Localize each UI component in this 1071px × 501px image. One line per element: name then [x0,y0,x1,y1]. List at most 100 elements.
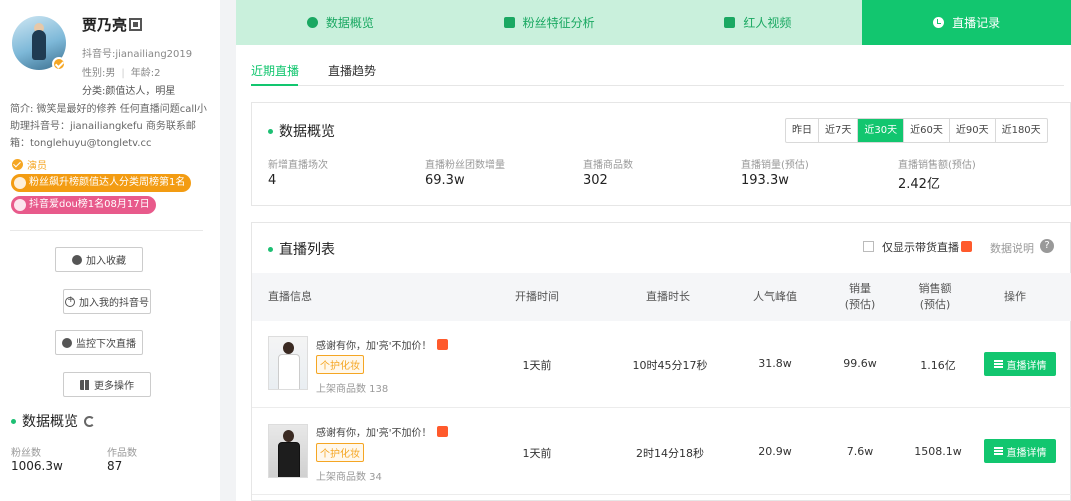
start-time: 1天前 [522,447,552,460]
metric-value: 2.42亿 [898,177,940,192]
range-60d[interactable]: 近60天 [903,119,949,142]
date-range-selector: 昨日 近7天 近30天 近60天 近90天 近180天 [785,118,1048,143]
check-icon [12,159,23,170]
pie-chart-icon [306,17,318,28]
green-dot-icon [268,246,273,252]
qrcode-icon[interactable] [129,18,142,31]
main-tabs: 数据概览 粉丝特征分析 红人视频 直播记录 [236,0,1071,45]
shopping-bag-icon [961,241,972,252]
portrait-icon [503,17,515,28]
col-start-time: 开播时间 [515,290,559,303]
refresh-icon[interactable] [84,415,95,427]
range-7d[interactable]: 近7天 [818,119,857,142]
profile-basic: 性别:男 | 年龄:2 [82,68,161,79]
works-value: 87 [107,459,123,473]
col-revenue: 销售额 (预估) [918,282,952,311]
divider [10,230,203,231]
help-icon[interactable]: ? [1040,239,1054,253]
data-help-link[interactable]: 数据说明 [990,240,1034,256]
fans-value: 1006.3w [11,459,63,473]
only-goods-checkbox[interactable] [863,241,874,252]
douyin-id: 抖音号:jianailiang2019 [82,49,193,60]
revenue: 1.16亿 [920,359,956,372]
metric-value: 4 [268,173,277,188]
dou-rank-badge: 抖音爱dou榜1名08月17日 [11,196,156,214]
live-detail-button[interactable]: 直播详情 [984,439,1056,463]
duration: 2时14分18秒 [636,447,704,460]
profile-name: 贾乃亮 [82,16,128,34]
metric-value: 193.3w [741,173,789,188]
video-icon [724,17,736,28]
metric-label: 直播销售额(预估) [898,160,976,171]
tab-videos[interactable]: 红人视频 [654,0,863,45]
more-actions-button[interactable]: 更多操作 [63,372,151,397]
verified-icon [52,57,66,71]
green-dot-icon [11,418,16,424]
subtab-recent-live[interactable]: 近期直播 [251,62,299,79]
shopping-bag-icon [436,339,448,350]
range-yesterday[interactable]: 昨日 [786,119,818,142]
live-title[interactable]: 感谢有你，加'亮'不加价！ [316,424,448,439]
row-divider [252,494,1071,495]
only-goods-label[interactable]: 仅显示带货直播 [882,239,972,255]
live-cover[interactable] [268,336,308,390]
bio: 简介: 微笑是最好的修养 任何直播问题call小助理抖音号：jianailian… [10,104,207,149]
subtab-divider [251,85,1064,86]
sales: 7.6w [846,445,874,458]
goods-count: 上架商品数 34 [316,472,382,483]
goods-count: 上架商品数 138 [316,384,389,395]
monitor-next-live-button[interactable]: 监控下次直播 [55,330,143,355]
actor-tag: 演员 [12,157,47,172]
overview-title: 数据概览 [268,121,335,141]
col-action: 操作 [1004,290,1026,303]
category-tag: 个护化妆 [316,443,364,462]
subtab-active-indicator [251,84,298,86]
live-cover[interactable] [268,424,308,478]
metric-label: 直播销量(预估) [741,160,809,171]
duration: 10时45分17秒 [632,359,708,372]
add-my-douyin-button[interactable]: 加入我的抖音号 [63,289,151,314]
monitor-icon [62,337,72,348]
profile-sidebar: 贾乃亮 抖音号:jianailiang2019 性别:男 | 年龄:2 分类:颜值达… [0,0,220,501]
tab-overview[interactable]: 数据概览 [236,0,445,45]
actor-tag-label: 演员 [27,161,47,172]
green-dot-icon [268,128,273,134]
col-peak: 人气峰值 [753,290,797,303]
metric-label: 新增直播场次 [268,160,328,171]
shopping-bag-icon [436,426,448,437]
list-icon [993,447,1003,455]
rank-badge: 粉丝飙升榜颜值达人分类周榜第1名 [11,174,192,192]
sidebar-overview-title: 数据概览 [11,411,95,431]
col-duration: 直播时长 [646,290,690,303]
fans-label: 粉丝数 [11,448,41,459]
tab-fans-analysis[interactable]: 粉丝特征分析 [445,0,654,45]
favorite-button[interactable]: 加入收藏 [55,247,143,272]
peak-viewers: 20.9w [758,445,792,458]
range-90d[interactable]: 近90天 [948,119,995,142]
sales: 99.6w [843,357,877,370]
works-label: 作品数 [107,448,137,459]
col-info: 直播信息 [268,290,312,303]
metric-value: 302 [583,173,608,188]
metric-label: 直播粉丝团数增量 [425,160,505,171]
metric-value: 69.3w [425,173,465,188]
peak-viewers: 31.8w [758,357,792,370]
category: 分类:颜值达人，明星 [82,86,176,97]
gender: 性别:男 [82,68,116,79]
user-icon [14,199,26,211]
live-detail-button[interactable]: 直播详情 [984,352,1056,376]
live-title[interactable]: 感谢有你，加'亮'不加价！ [316,337,448,352]
range-30d[interactable]: 近30天 [857,119,904,142]
medal-icon [14,177,26,189]
tab-live-records[interactable]: 直播记录 [862,0,1071,45]
start-time: 1天前 [522,359,552,372]
plus-icon [65,295,75,307]
live-list-title: 直播列表 [268,239,335,259]
subtab-live-trend[interactable]: 直播趋势 [328,62,376,79]
range-180d[interactable]: 近180天 [994,119,1047,142]
clock-icon [933,17,945,28]
row-divider [252,407,1071,408]
category-tag: 个护化妆 [316,355,364,374]
list-icon [993,360,1003,368]
heart-icon [72,254,82,265]
